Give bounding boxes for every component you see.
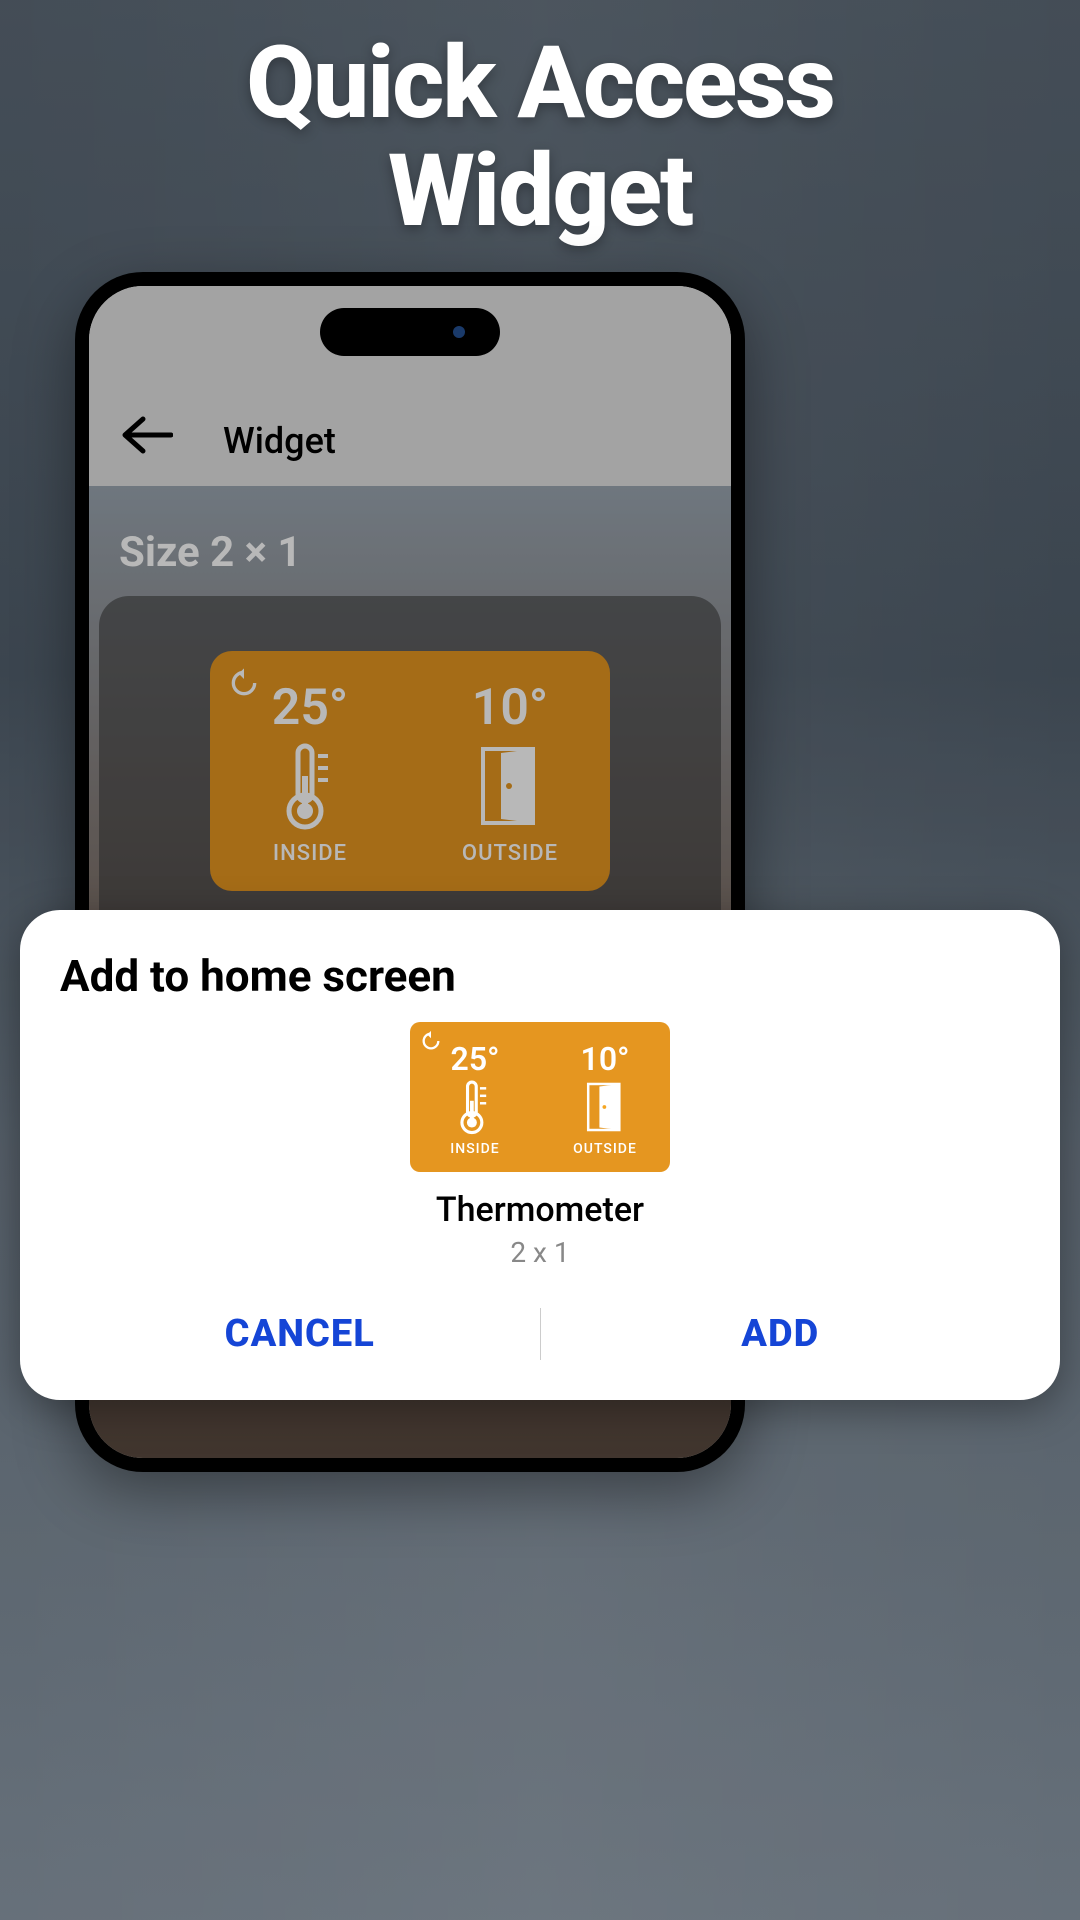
door-icon xyxy=(583,1079,627,1135)
sheet-title: Add to home screen xyxy=(60,950,1020,1002)
sheet-button-row: CANCEL ADD xyxy=(60,1296,1020,1380)
back-arrow-icon[interactable] xyxy=(119,415,173,462)
dynamic-island xyxy=(320,308,500,356)
size-label: Size 2 × 1 xyxy=(119,528,302,577)
promo-heading-line2: Widget xyxy=(388,133,692,250)
inside-label-small: INSIDE xyxy=(450,1141,499,1157)
promo-heading: Quick Access Widget xyxy=(0,30,1080,246)
sheet-widget-size: 2 x 1 xyxy=(510,1236,569,1269)
outside-column-small: 10° OUTSIDE xyxy=(540,1022,670,1172)
nav-title: Widget xyxy=(223,420,336,462)
outside-temp: 10° xyxy=(472,683,548,733)
refresh-icon xyxy=(420,1030,442,1052)
outside-label-small: OUTSIDE xyxy=(573,1141,637,1157)
inside-temp-small: 25° xyxy=(451,1043,500,1075)
inside-temp: 25° xyxy=(272,683,348,733)
inside-label: INSIDE xyxy=(273,841,347,866)
sheet-widget-preview: 25° INSIDE 10° xyxy=(60,1022,1020,1269)
outside-label: OUTSIDE xyxy=(462,841,558,866)
thermometer-icon xyxy=(280,741,340,831)
thermometer-widget-large: 25° INSIDE xyxy=(210,651,610,891)
thermometer-widget-small: 25° INSIDE 10° xyxy=(410,1022,670,1172)
add-to-home-sheet: Add to home screen 25° xyxy=(20,910,1060,1400)
promo-heading-line1: Quick Access xyxy=(246,25,834,142)
outside-temp-small: 10° xyxy=(581,1043,630,1075)
sheet-widget-name: Thermometer xyxy=(436,1190,644,1230)
outside-column: 10° OUTSIDE xyxy=(410,651,610,891)
door-icon xyxy=(475,741,545,831)
add-button[interactable]: ADD xyxy=(541,1296,1021,1372)
cancel-button[interactable]: CANCEL xyxy=(60,1296,540,1372)
widget-preview-card[interactable]: 25° INSIDE xyxy=(99,596,721,946)
thermometer-icon xyxy=(456,1079,494,1135)
refresh-icon[interactable] xyxy=(228,667,260,699)
